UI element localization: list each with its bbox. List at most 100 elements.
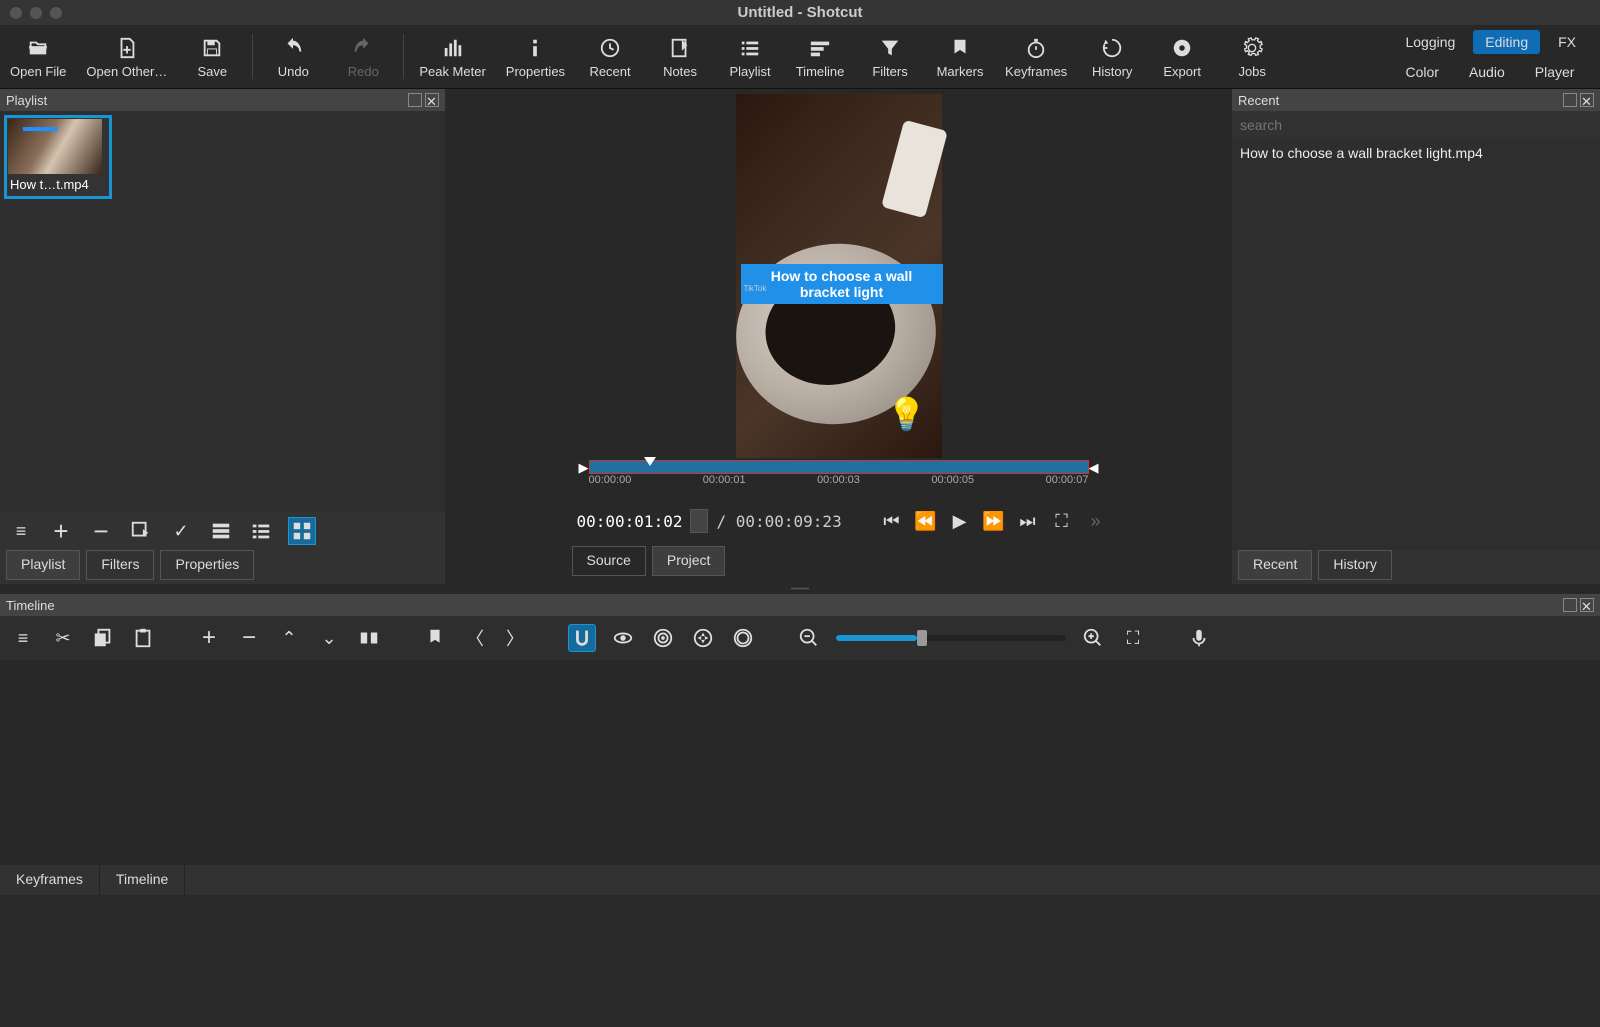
undock-icon[interactable]: [1563, 598, 1577, 612]
menu-icon[interactable]: ≡: [8, 518, 34, 544]
layout-logging[interactable]: Logging: [1393, 30, 1467, 54]
close-icon[interactable]: ✕: [1580, 598, 1594, 612]
meter-icon: [442, 34, 464, 62]
tab-recent[interactable]: Recent: [1238, 550, 1312, 580]
undo-icon: [282, 34, 304, 62]
zoom-out-icon[interactable]: [796, 625, 822, 651]
scrub-icon[interactable]: [610, 625, 636, 651]
list-view-icon[interactable]: [248, 518, 274, 544]
grid-view-icon[interactable]: [208, 518, 234, 544]
clip-name: How t…t.mp4: [8, 174, 108, 195]
peak-meter-button[interactable]: Peak Meter: [409, 25, 495, 88]
recent-search-input[interactable]: [1232, 111, 1600, 139]
timeline-button[interactable]: Timeline: [785, 25, 855, 88]
undo-button[interactable]: Undo: [258, 25, 328, 88]
split-icon[interactable]: [356, 625, 382, 651]
timeline-tracks[interactable]: [0, 660, 1600, 865]
gear-icon: [1241, 34, 1263, 62]
zoom-slider[interactable]: [836, 635, 1066, 641]
playhead[interactable]: [644, 457, 656, 466]
next-marker-icon[interactable]: 〉: [502, 625, 528, 651]
cut-icon[interactable]: ✂: [50, 625, 76, 651]
zoom-in-icon[interactable]: [1080, 625, 1106, 651]
layout-player[interactable]: Player: [1523, 60, 1587, 84]
skip-prev-icon[interactable]: ⏮: [879, 511, 905, 532]
copy-icon[interactable]: [90, 625, 116, 651]
close-icon[interactable]: ✕: [425, 93, 439, 107]
insert-icon[interactable]: [128, 518, 154, 544]
export-button[interactable]: Export: [1147, 25, 1217, 88]
splitter[interactable]: ┅┅┅: [0, 584, 1600, 594]
playlist-button[interactable]: Playlist: [715, 25, 785, 88]
jobs-button[interactable]: Jobs: [1217, 25, 1287, 88]
window-title: Untitled - Shotcut: [738, 4, 863, 21]
window-controls[interactable]: [10, 7, 62, 19]
undock-icon[interactable]: [1563, 93, 1577, 107]
notes-button[interactable]: Notes: [645, 25, 715, 88]
tab-keyframes[interactable]: Keyframes: [0, 865, 100, 895]
layout-color[interactable]: Color: [1393, 60, 1450, 84]
ripple-markers-icon[interactable]: [730, 625, 756, 651]
playlist-clip[interactable]: How t…t.mp4: [4, 115, 112, 199]
recent-item[interactable]: How to choose a wall bracket light.mp4: [1232, 139, 1600, 167]
zoom-fit-icon[interactable]: ⛶: [1049, 511, 1075, 532]
overflow-icon[interactable]: »: [1083, 511, 1109, 532]
redo-button[interactable]: Redo: [328, 25, 398, 88]
filters-button[interactable]: Filters: [855, 25, 925, 88]
layout-editing[interactable]: Editing: [1473, 30, 1540, 54]
video-preview[interactable]: How to choose a wall bracket light TikTo…: [736, 94, 942, 458]
marker-icon[interactable]: [422, 625, 448, 651]
history-button[interactable]: History: [1077, 25, 1147, 88]
zoom-fit-icon[interactable]: ⛶: [1120, 625, 1146, 651]
tab-filters[interactable]: Filters: [86, 550, 154, 580]
open-file-button[interactable]: Open File: [0, 25, 76, 88]
recent-button[interactable]: Recent: [575, 25, 645, 88]
tab-source[interactable]: Source: [572, 546, 646, 576]
paste-icon[interactable]: [130, 625, 156, 651]
undock-icon[interactable]: [408, 93, 422, 107]
remove-icon[interactable]: −: [236, 625, 262, 651]
skip-next-icon[interactable]: ⏭: [1015, 511, 1041, 532]
timecode-spinner[interactable]: [690, 509, 708, 533]
tab-playlist[interactable]: Playlist: [6, 550, 80, 580]
close-icon[interactable]: ✕: [1580, 93, 1594, 107]
title-bar: Untitled - Shotcut: [0, 0, 1600, 25]
menu-icon[interactable]: ≡: [10, 625, 36, 651]
keyframes-button[interactable]: Keyframes: [995, 25, 1077, 88]
tab-project[interactable]: Project: [652, 546, 726, 576]
info-icon: [524, 34, 546, 62]
tab-properties[interactable]: Properties: [160, 550, 254, 580]
fforward-icon[interactable]: ⏩: [981, 511, 1007, 532]
tiles-view-icon[interactable]: [288, 517, 316, 545]
save-button[interactable]: Save: [177, 25, 247, 88]
markers-button[interactable]: Markers: [925, 25, 995, 88]
layout-audio[interactable]: Audio: [1457, 60, 1517, 84]
list-icon: [739, 34, 761, 62]
add-icon[interactable]: +: [48, 518, 74, 544]
prev-marker-icon[interactable]: 〈: [462, 625, 488, 651]
tab-timeline[interactable]: Timeline: [100, 865, 185, 895]
lift-icon[interactable]: ⌃: [276, 625, 302, 651]
properties-button[interactable]: Properties: [496, 25, 575, 88]
playlist-panel: Playlist✕ How t…t.mp4 ≡ + − ✓ Playlist F…: [0, 89, 445, 584]
remove-icon[interactable]: −: [88, 518, 114, 544]
layout-fx[interactable]: FX: [1546, 30, 1588, 54]
timeline-icon: [809, 34, 831, 62]
ripple-all-icon[interactable]: [690, 625, 716, 651]
open-other-button[interactable]: Open Other…: [76, 25, 177, 88]
ripple-icon[interactable]: [650, 625, 676, 651]
append-icon[interactable]: +: [196, 625, 222, 651]
tab-history[interactable]: History: [1318, 550, 1392, 580]
layout-switcher: Logging Editing FX Color Audio Player: [1393, 30, 1600, 84]
disc-icon: [1171, 34, 1193, 62]
record-audio-icon[interactable]: [1186, 625, 1212, 651]
timecode-current[interactable]: 00:00:01:02: [577, 512, 683, 531]
file-plus-icon: [116, 34, 138, 62]
check-icon[interactable]: ✓: [168, 518, 194, 544]
recent-title: Recent: [1238, 93, 1279, 108]
play-icon[interactable]: ▶: [947, 511, 973, 532]
preview-ruler[interactable]: ▶ ◀ 00:00:00 00:00:01 00:00:03 00:00:05 …: [579, 460, 1099, 496]
rewind-icon[interactable]: ⏪: [913, 511, 939, 532]
overwrite-icon[interactable]: ⌄: [316, 625, 342, 651]
snap-icon[interactable]: [568, 624, 596, 652]
